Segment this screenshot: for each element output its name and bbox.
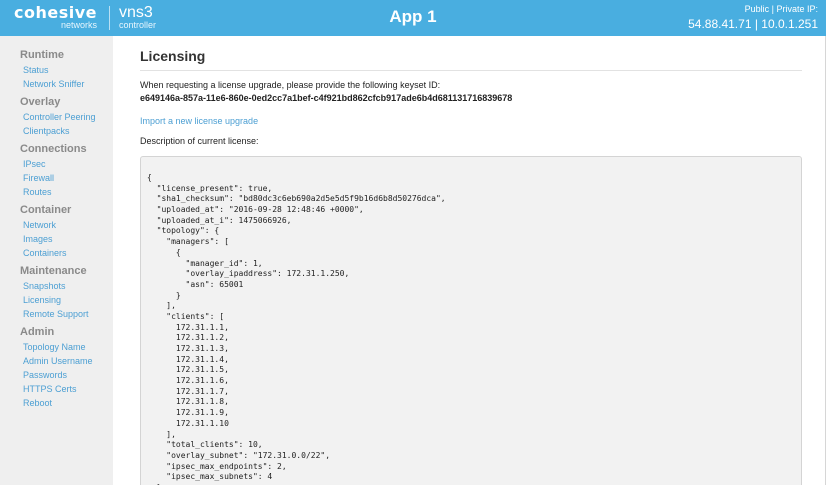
nav-heading: Overlay (20, 96, 61, 108)
code-line: } (147, 290, 181, 300)
logo-subtitle: networks (61, 20, 98, 30)
title-divider (140, 70, 802, 71)
nav-heading: Container (20, 204, 72, 216)
nav-heading: Maintenance (20, 265, 87, 277)
sidebar-item-https-certs[interactable]: HTTPS Certs (0, 382, 113, 396)
code-line: "uploaded_at_i": 1475066926, (147, 215, 292, 225)
sidebar-item-passwords[interactable]: Passwords (0, 368, 113, 382)
sidebar-item-reboot[interactable]: Reboot (0, 396, 113, 410)
sidebar-item-snapshots[interactable]: Snapshots (0, 279, 113, 293)
keyset-instructions: When requesting a license upgrade, pleas… (140, 80, 441, 90)
sidebar-item-images[interactable]: Images (0, 232, 113, 246)
nav-heading: Runtime (20, 49, 64, 61)
code-line: 172.31.1.10 (147, 418, 229, 428)
sidebar-item-remote-support[interactable]: Remote Support (0, 307, 113, 321)
cohesive-logo[interactable]: cohesive networks (14, 4, 97, 30)
code-line: "manager_id": 1, (147, 258, 263, 268)
ip-values: 54.88.41.71 | 10.0.1.251 (688, 17, 818, 31)
ip-info: Public | Private IP: 54.88.41.71 | 10.0.… (688, 4, 818, 32)
product-title: vns3 (119, 4, 153, 21)
code-line: "clients": [ (147, 311, 225, 321)
code-line: { (147, 247, 181, 257)
import-license-link[interactable]: Import a new license upgrade (140, 115, 802, 127)
nav-section-maintenance: Maintenance Snapshots Licensing Remote S… (0, 264, 113, 321)
code-line: "total_clients": 10, (147, 440, 263, 450)
sidebar-item-ipsec[interactable]: IPsec (0, 157, 113, 171)
code-line: "sha1_checksum": "bd80dc3c6eb690a2d5e5d5… (147, 194, 446, 204)
nav-section-overlay: Overlay Controller Peering Clientpacks (0, 95, 113, 138)
sidebar-item-admin-username[interactable]: Admin Username (0, 354, 113, 368)
sidebar-item-topology-name[interactable]: Topology Name (0, 340, 113, 354)
code-line: "overlay_subnet": "172.31.0.0/22", (147, 450, 331, 460)
sidebar-item-network[interactable]: Network (0, 218, 113, 232)
sidebar-item-containers[interactable]: Containers (0, 246, 113, 260)
code-line: 172.31.1.9, (147, 408, 229, 418)
code-line: 172.31.1.8, (147, 397, 229, 407)
code-line: "topology": { (147, 226, 220, 236)
code-line: ], (147, 301, 176, 311)
code-line: 172.31.1.1, (147, 322, 229, 332)
code-line: ], (147, 429, 176, 439)
nav-section-admin: Admin Topology Name Admin Username Passw… (0, 325, 113, 410)
page-title: Licensing (140, 48, 206, 64)
nav-heading: Connections (20, 143, 87, 155)
sidebar-nav: Runtime Status Network Sniffer Overlay C… (0, 36, 113, 485)
sidebar-item-controller-peering[interactable]: Controller Peering (0, 110, 113, 124)
code-line: { (147, 173, 152, 182)
code-line: "overlay_ipaddress": 172.31.1.250, (147, 269, 350, 279)
sidebar-item-firewall[interactable]: Firewall (0, 171, 113, 185)
license-description-label: Description of current license: (140, 136, 259, 146)
license-json-box[interactable]: { "license_present": true, "sha1_checksu… (140, 156, 802, 485)
code-line: "uploaded_at": "2016-09-28 12:48:46 +000… (147, 205, 364, 215)
sidebar-item-clientpacks[interactable]: Clientpacks (0, 124, 113, 138)
main-content: Licensing When requesting a license upgr… (140, 36, 802, 485)
code-line: 172.31.1.6, (147, 376, 229, 386)
ip-label: Public | Private IP: (744, 4, 818, 14)
nav-section-connections: Connections IPsec Firewall Routes (0, 142, 113, 199)
nav-section-container: Container Network Images Containers (0, 203, 113, 260)
product-subtitle: controller (119, 20, 157, 30)
code-line: "license_present": true, (147, 183, 273, 193)
logo-divider (109, 6, 110, 30)
code-line: 172.31.1.4, (147, 354, 229, 364)
sidebar-item-status[interactable]: Status (0, 63, 113, 77)
product-name: vns3 controller (119, 4, 156, 30)
nav-section-runtime: Runtime Status Network Sniffer (0, 48, 113, 91)
code-line: 172.31.1.2, (147, 333, 229, 343)
sidebar-item-routes[interactable]: Routes (0, 185, 113, 199)
code-line: 172.31.1.5, (147, 365, 229, 375)
sidebar-item-licensing[interactable]: Licensing (0, 293, 113, 307)
code-line: "ipsec_max_endpoints": 2, (147, 461, 287, 471)
top-header: cohesive networks vns3 controller App 1 … (0, 0, 826, 36)
code-line: "asn": 65001 (147, 279, 244, 289)
code-line: "managers": [ (147, 237, 229, 247)
keyset-id: e649146a-857a-11e6-860e-0ed2cc7a1bef-c4f… (140, 93, 513, 103)
sidebar-item-network-sniffer[interactable]: Network Sniffer (0, 77, 113, 91)
nav-heading: Admin (20, 326, 55, 338)
code-line: "ipsec_max_subnets": 4 (147, 472, 273, 482)
code-line: 172.31.1.7, (147, 386, 229, 396)
code-line: 172.31.1.3, (147, 344, 229, 353)
